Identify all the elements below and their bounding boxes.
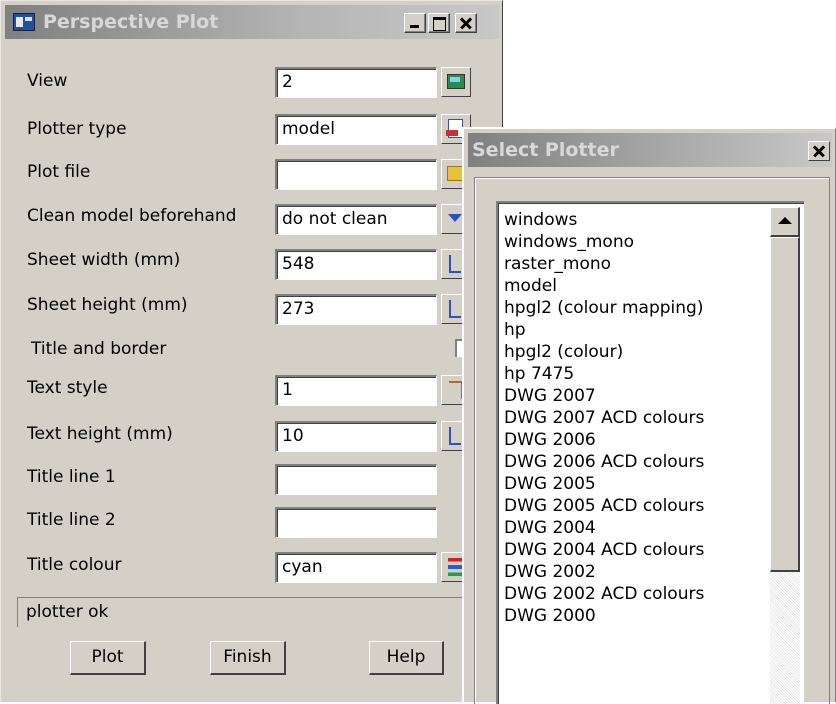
- finish-button[interactable]: Finish: [210, 641, 286, 675]
- text-style-input[interactable]: 1: [275, 375, 437, 406]
- sheet-height-input[interactable]: 273: [275, 294, 437, 325]
- close-button[interactable]: [455, 13, 477, 33]
- help-button[interactable]: Help: [369, 641, 444, 675]
- plot-file-input[interactable]: [275, 159, 437, 190]
- title-line-2-label: Title line 2: [27, 510, 116, 530]
- plotter-list: windows windows_mono raster_mono model hpgl2…: [504, 209, 766, 627]
- plotter-list-item[interactable]: DWG 2007 ACD colours: [504, 407, 766, 429]
- measure-icon: [449, 300, 461, 318]
- plotter-list-item[interactable]: DWG 2005: [504, 473, 766, 495]
- scroll-thumb[interactable]: [770, 237, 800, 572]
- plotter-type-label: Plotter type: [27, 119, 127, 139]
- plotter-icon: [446, 119, 463, 138]
- maximize-button[interactable]: [428, 13, 450, 33]
- plotter-list-item[interactable]: raster_mono: [504, 253, 766, 275]
- plotter-list-item[interactable]: hp: [504, 319, 766, 341]
- chevron-down-icon: [448, 214, 462, 222]
- text-style-label: Text style: [27, 378, 108, 398]
- select-plotter-dialog: Select Plotter windows windows_mono raster…: [462, 127, 836, 704]
- title-colour-input[interactable]: cyan: [275, 552, 437, 583]
- view-input[interactable]: 2: [275, 67, 437, 98]
- plot-file-label: Plot file: [27, 162, 91, 182]
- title-line-1-input[interactable]: [275, 464, 437, 495]
- plotter-list-item[interactable]: windows_mono: [504, 231, 766, 253]
- clean-model-select[interactable]: do not clean: [275, 204, 437, 235]
- plotter-list-item[interactable]: model: [504, 275, 766, 297]
- measure-icon: [449, 255, 461, 273]
- plotter-scrollbar[interactable]: [770, 207, 800, 704]
- perspective-plot-dialog: Perspective Plot View 2 Plotter type mod…: [0, 0, 503, 702]
- sheet-height-label: Sheet height (mm): [27, 295, 188, 315]
- minimize-button[interactable]: [404, 13, 426, 33]
- text-style-icon: [449, 381, 463, 399]
- title-bar[interactable]: Perspective Plot: [5, 5, 499, 39]
- view-label: View: [27, 71, 68, 91]
- sheet-width-label: Sheet width (mm): [27, 250, 181, 270]
- view-icon: [447, 74, 465, 89]
- text-height-label: Text height (mm): [27, 424, 173, 444]
- view-select-button[interactable]: [441, 67, 471, 97]
- close-icon: [809, 142, 829, 160]
- app-icon: [13, 13, 35, 31]
- plotter-list-item[interactable]: DWG 2004 ACD colours: [504, 539, 766, 561]
- title-colour-label: Title colour: [27, 555, 122, 575]
- plotter-list-item[interactable]: DWG 2002: [504, 561, 766, 583]
- plotter-list-item[interactable]: DWG 2005 ACD colours: [504, 495, 766, 517]
- plot-button[interactable]: Plot: [70, 641, 146, 675]
- plotter-type-input[interactable]: model: [275, 114, 437, 145]
- plotter-list-item[interactable]: DWG 2000: [504, 605, 766, 627]
- title-border-label: Title and border: [31, 339, 167, 359]
- scroll-up-button[interactable]: [770, 207, 800, 237]
- measure-icon: [449, 427, 461, 445]
- plotter-list-item[interactable]: DWG 2007: [504, 385, 766, 407]
- plotter-list-item[interactable]: DWG 2002 ACD colours: [504, 583, 766, 605]
- select-plotter-title: Select Plotter: [472, 139, 619, 161]
- plotter-list-item[interactable]: hpgl2 (colour): [504, 341, 766, 363]
- title-line-2-input[interactable]: [275, 507, 437, 538]
- plotter-list-item[interactable]: DWG 2004: [504, 517, 766, 539]
- select-plotter-close-button[interactable]: [808, 141, 830, 161]
- close-icon: [456, 14, 476, 32]
- plotter-list-item[interactable]: DWG 2006: [504, 429, 766, 451]
- plotter-list-item[interactable]: hpgl2 (colour mapping): [504, 297, 766, 319]
- plotter-list-item[interactable]: DWG 2006 ACD colours: [504, 451, 766, 473]
- plotter-list-item[interactable]: hp 7475: [504, 363, 766, 385]
- select-plotter-title-bar[interactable]: Select Plotter: [468, 133, 832, 167]
- plotter-listbox[interactable]: windows windows_mono raster_mono model hpgl2…: [496, 201, 804, 704]
- clean-model-label: Clean model beforehand: [27, 206, 237, 226]
- plotter-list-item[interactable]: windows: [504, 209, 766, 231]
- dialog-title: Perspective Plot: [43, 11, 219, 33]
- status-message: plotter ok: [17, 597, 497, 627]
- title-line-1-label: Title line 1: [27, 467, 116, 487]
- text-height-input[interactable]: 10: [275, 421, 437, 452]
- sheet-width-input[interactable]: 548: [275, 249, 437, 280]
